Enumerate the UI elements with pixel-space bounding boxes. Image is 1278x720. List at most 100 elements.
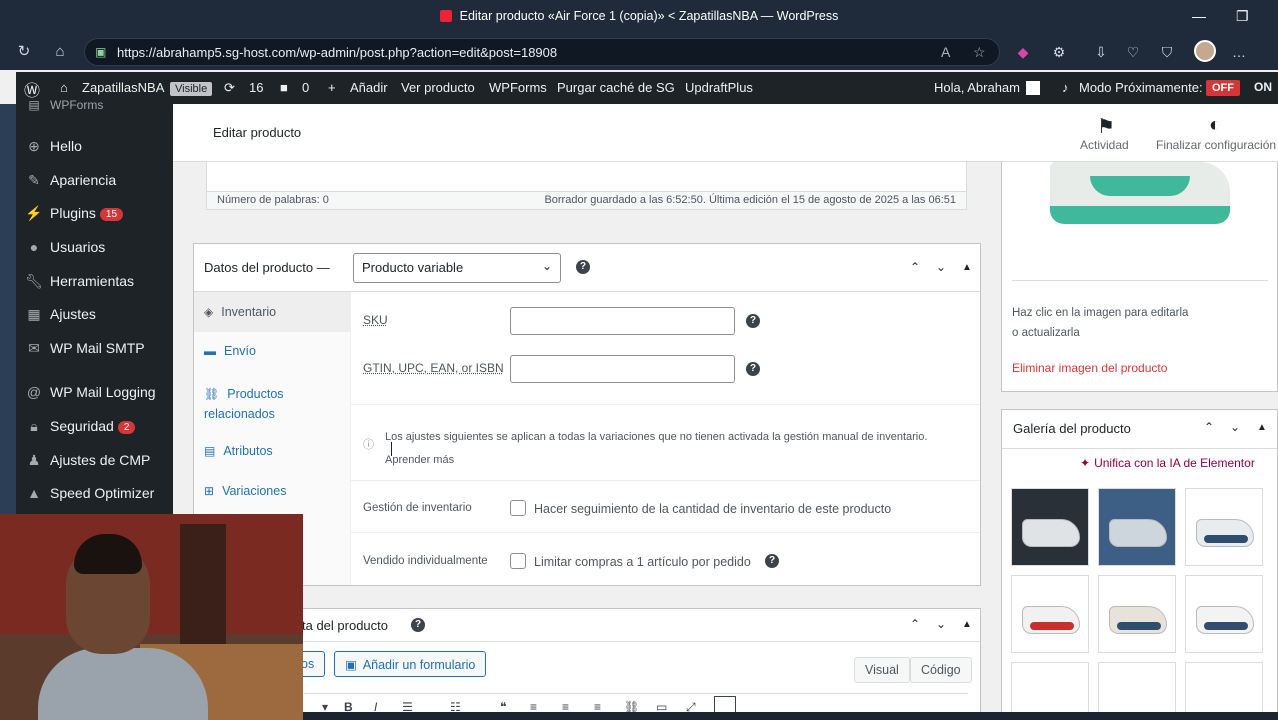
gtin-input[interactable] <box>510 355 735 383</box>
address-bar[interactable]: ▣ https://abrahamp5.sg-host.com/wp-admin… <box>84 38 1000 66</box>
view-product-link[interactable]: Ver producto <box>401 80 475 95</box>
flag-icon[interactable]: ⚑ <box>1097 114 1115 139</box>
sidebar-item-wp-mail-smtp[interactable]: ✉ WP Mail SMTP <box>24 340 145 360</box>
sidebar-item-apariencia[interactable]: ✎ Apariencia <box>24 172 116 192</box>
half-circle-icon[interactable]: ◐ <box>1209 114 1221 137</box>
tab-envio[interactable]: ▬ Envío <box>194 344 351 358</box>
divider <box>1002 448 1277 449</box>
coming-soon-toggle[interactable]: OFF <box>1206 79 1240 96</box>
cmp-icon: ♟ <box>27 452 41 468</box>
updates-icon[interactable]: ⟳ <box>224 80 235 96</box>
on-label[interactable]: ON <box>1254 80 1272 94</box>
help-icon[interactable]: ? <box>411 618 425 632</box>
chevron-up-icon[interactable]: ⌃ <box>910 260 920 274</box>
sidebar-item-herramientas[interactable]: 🔧︎ Herramientas <box>24 273 134 293</box>
sku-input[interactable] <box>510 307 735 335</box>
wpforms-link[interactable]: WPForms <box>489 80 547 95</box>
reload-icon[interactable]: ↻ <box>14 42 34 62</box>
sidebar-item-wpforms[interactable]: ▤ WPForms <box>24 98 103 118</box>
sidebar-item-hello[interactable]: ⊕ Hello <box>24 138 82 158</box>
gallery-thumbnail[interactable] <box>1185 575 1263 653</box>
sidebar-item-plugins[interactable]: ⚡ Plugins 15 <box>24 205 124 225</box>
tag-icon: ◈ <box>204 305 214 319</box>
stock-management-checkbox[interactable] <box>510 500 526 516</box>
sold-individually-checkbox[interactable] <box>510 553 526 569</box>
sidebar-item-ajustes[interactable]: ▦ Ajustes <box>24 306 96 326</box>
sold-individually-row[interactable]: Limitar compras a 1 artículo por pedido <box>510 553 751 569</box>
gallery-title: Galería del producto <box>1013 421 1131 436</box>
sidebar-item-usuarios[interactable]: ● Usuarios <box>24 239 105 259</box>
tab-inventario[interactable]: ◈ Inventario <box>194 292 351 332</box>
comments-count[interactable]: 0 <box>302 80 309 95</box>
collapse-toggle-icon[interactable]: ▲ <box>962 619 972 630</box>
lock-icon: ▣ <box>95 45 107 59</box>
sidebar-item-wp-mail-logging[interactable]: @ WP Mail Logging <box>24 384 156 404</box>
browser-toolbar: ↻ ⌂ ▣ https://abrahamp5.sg-host.com/wp-a… <box>0 34 1278 70</box>
user-avatar-icon[interactable] <box>1026 81 1040 95</box>
sidebar-item-label: Ajustes <box>50 306 96 322</box>
add-new-link[interactable]: Añadir <box>350 80 388 95</box>
notice-text: Los ajustes siguientes se aplican a toda… <box>385 431 928 443</box>
more-menu-icon[interactable]: … <box>1230 43 1248 61</box>
gallery-thumbnail[interactable] <box>1185 488 1263 566</box>
gallery-thumbnail[interactable] <box>1098 488 1176 566</box>
url-text[interactable]: https://abrahamp5.sg-host.com/wp-admin/p… <box>117 45 557 60</box>
home-icon[interactable]: ⌂ <box>50 42 70 62</box>
sidebar-item-speed-optimizer[interactable]: ▲ Speed Optimizer <box>24 485 154 505</box>
sidebar-item-ajustes-cmp[interactable]: ♟ Ajustes de CMP <box>24 452 151 472</box>
visual-tab[interactable]: Visual <box>854 657 910 683</box>
heart-pulse-icon[interactable]: ♡ <box>1124 43 1142 61</box>
chevron-down-icon[interactable]: ⌄ <box>936 617 946 631</box>
chevron-down-icon[interactable]: ⌄ <box>1230 420 1240 434</box>
restore-icon[interactable]: ❐ <box>1236 8 1249 25</box>
finish-setup-button[interactable]: Finalizar configuración <box>1156 138 1276 152</box>
tab-variaciones[interactable]: ⊞ Variaciones <box>194 484 351 498</box>
gallery-thumbnail[interactable] <box>1011 488 1089 566</box>
product-image[interactable] <box>1050 162 1230 224</box>
extension-shield-icon[interactable]: ◆ <box>1014 43 1032 61</box>
collapse-toggle-icon[interactable]: ▲ <box>1257 422 1267 433</box>
code-tab[interactable]: Código <box>910 657 972 683</box>
read-aloud-icon[interactable]: A <box>941 44 950 60</box>
sneaker-accent <box>1204 622 1248 630</box>
chevron-down-icon[interactable]: ⌄ <box>936 260 946 274</box>
activity-button[interactable]: Actividad <box>1080 138 1129 152</box>
purge-cache-link[interactable]: Purgar caché de SG <box>557 80 675 95</box>
browser-essentials-icon[interactable]: ⛉ <box>1158 43 1176 61</box>
updraftplus-link[interactable]: UpdraftPlus <box>685 80 753 95</box>
extensions-icon[interactable]: ⚙ <box>1050 43 1068 61</box>
favorite-star-icon[interactable]: ☆ <box>973 44 986 61</box>
downloads-icon[interactable]: ⇩ <box>1092 43 1110 61</box>
learn-more-link[interactable]: Aprender más <box>385 454 454 466</box>
remove-product-image-link[interactable]: Eliminar imagen del producto <box>1012 361 1167 375</box>
help-icon[interactable]: ? <box>765 554 779 568</box>
chevron-up-icon[interactable]: ⌃ <box>910 617 920 631</box>
gallery-thumbnail[interactable] <box>1011 575 1089 653</box>
security-badge: 2 <box>117 421 136 434</box>
help-icon[interactable]: ? <box>576 260 590 274</box>
sidebar-item-label: WP Mail SMTP <box>50 340 145 356</box>
updates-count[interactable]: 16 <box>249 80 263 95</box>
sidebar-item-seguridad[interactable]: 🔒︎ Seguridad 2 <box>24 418 136 438</box>
at-icon: @ <box>26 384 42 400</box>
collapse-toggle-icon[interactable]: ▲ <box>962 262 972 273</box>
site-name-link[interactable]: ZapatillasNBA <box>82 80 164 95</box>
user-greeting[interactable]: Hola, Abraham <box>934 80 1020 95</box>
window-title: Editar producto «Air Force 1 (copia)» < … <box>0 9 1278 23</box>
stock-management-row[interactable]: Hacer seguimiento de la cantidad de inve… <box>510 500 891 516</box>
minimize-icon[interactable]: — <box>1192 8 1206 24</box>
help-icon[interactable]: ? <box>746 362 760 376</box>
chevron-up-icon[interactable]: ⌃ <box>1204 420 1214 434</box>
product-type-select[interactable]: Producto variable ⌄ <box>353 253 561 283</box>
tab-productos-relacionados[interactable]: ⛓ Productos relacionados <box>194 384 334 424</box>
divider <box>194 641 980 642</box>
comments-icon[interactable]: ■ <box>280 80 288 95</box>
gallery-thumbnail[interactable] <box>1098 575 1176 653</box>
tab-atributos[interactable]: ▤ Atributos <box>194 444 351 458</box>
help-icon[interactable]: ? <box>746 314 760 328</box>
elementor-ai-link[interactable]: ✦ Unifica con la IA de Elementor <box>1080 456 1255 470</box>
profile-avatar[interactable] <box>1194 40 1216 62</box>
word-count-bar: Número de palabras: 0 Borrador guardado … <box>206 192 967 210</box>
elementor-ai-label: Unifica con la IA de Elementor <box>1094 456 1255 470</box>
add-form-button[interactable]: ▣ Añadir un formulario <box>334 651 487 677</box>
